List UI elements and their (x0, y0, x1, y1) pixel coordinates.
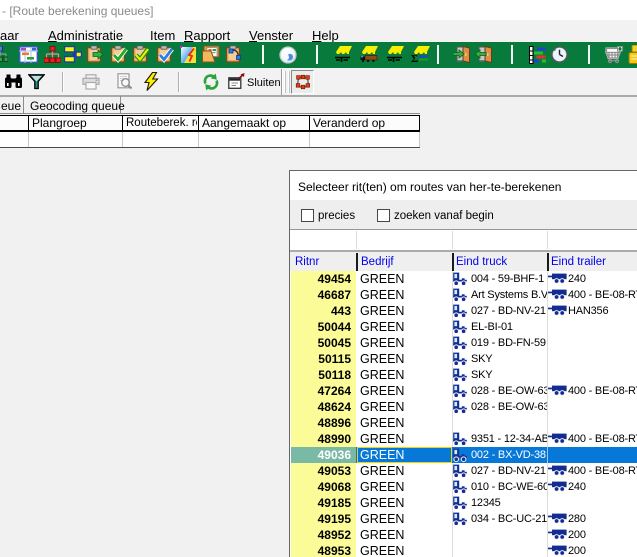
svg-text:Σ: Σ (411, 53, 418, 64)
